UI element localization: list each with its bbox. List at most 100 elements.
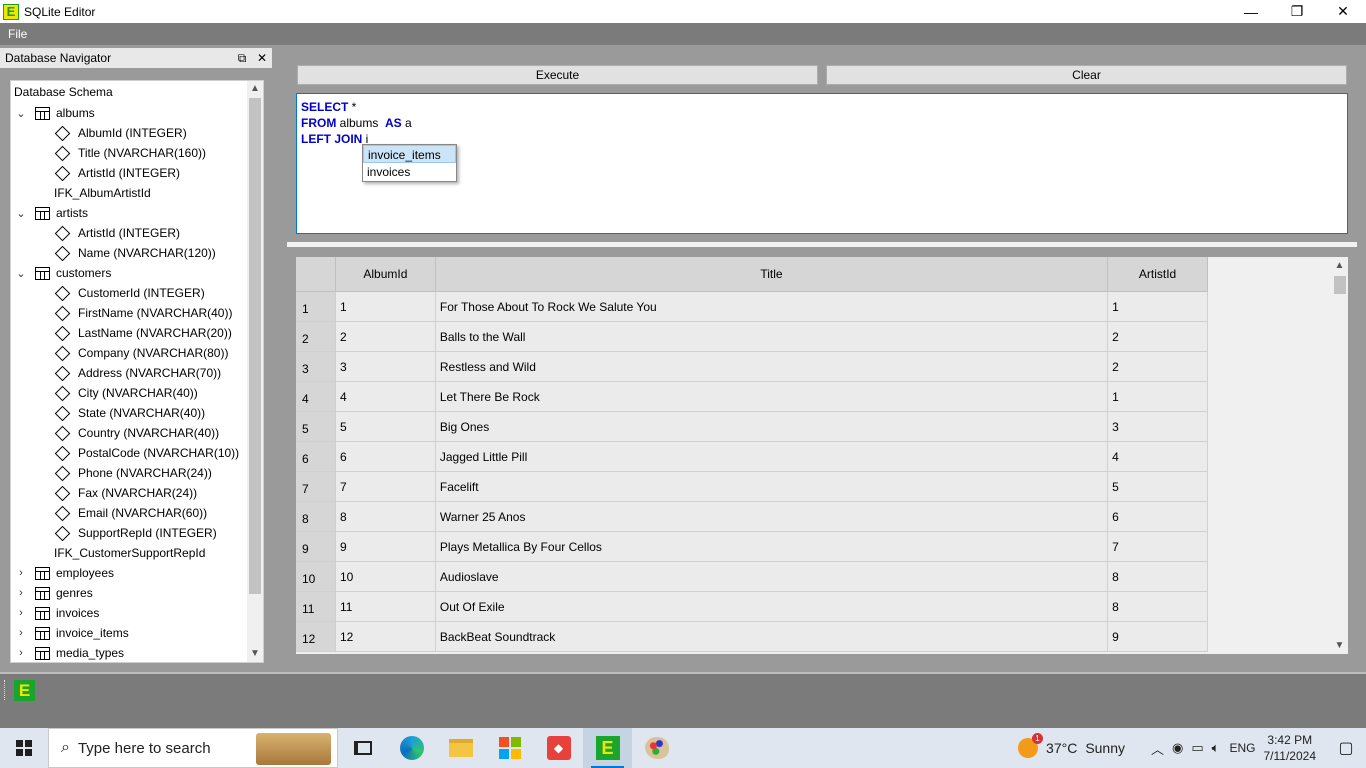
table-cell[interactable]: Jagged Little Pill [435, 442, 1109, 472]
table-cell[interactable]: 2 [1108, 322, 1208, 352]
row-header[interactable]: 2 [296, 322, 336, 352]
tree-table-artists[interactable]: ⌄ artists [11, 203, 248, 223]
scroll-down-icon[interactable]: ▼ [247, 646, 263, 662]
row-header[interactable]: 12 [296, 622, 336, 652]
tree-root[interactable]: Database Schema [11, 81, 248, 103]
row-header[interactable]: 8 [296, 502, 336, 532]
chevron-down-icon[interactable]: ⌄ [14, 207, 28, 220]
table-cell[interactable]: 1 [335, 292, 436, 322]
file-explorer-button[interactable] [436, 728, 485, 768]
chevron-down-icon[interactable]: ⌄ [14, 267, 28, 280]
menu-file[interactable]: File [0, 27, 35, 41]
tree-table-customers[interactable]: ⌄ customers [11, 263, 248, 283]
table-cell[interactable]: 1 [1108, 382, 1208, 412]
chevron-right-icon[interactable]: › [14, 627, 28, 639]
column-header-artistid[interactable]: ArtistId [1108, 257, 1208, 292]
language-indicator[interactable]: ENG [1229, 741, 1255, 755]
edge-button[interactable] [387, 728, 436, 768]
notification-icon[interactable]: ▢ [1326, 738, 1366, 758]
maximize-button[interactable]: ❐ [1274, 0, 1320, 23]
table-cell[interactable]: 12 [335, 622, 436, 652]
tree-table-media-types[interactable]: › media_types [11, 643, 248, 662]
table-cell[interactable]: 2 [1108, 352, 1208, 382]
table-cell[interactable]: Restless and Wild [435, 352, 1109, 382]
table-cell[interactable]: Balls to the Wall [435, 322, 1109, 352]
table-cell[interactable]: 11 [335, 592, 436, 622]
row-header[interactable]: 11 [296, 592, 336, 622]
table-cell[interactable]: BackBeat Soundtrack [435, 622, 1109, 652]
table-cell[interactable]: Warner 25 Anos [435, 502, 1109, 532]
close-button[interactable]: ✕ [1320, 0, 1366, 23]
table-cell[interactable]: Big Ones [435, 412, 1109, 442]
table-cell[interactable]: 2 [335, 322, 436, 352]
scroll-up-icon[interactable]: ▲ [247, 81, 263, 97]
table-cell[interactable]: Audioslave [435, 562, 1109, 592]
tree-column[interactable]: Email (NVARCHAR(60)) [11, 503, 248, 523]
table-cell[interactable]: 3 [1108, 412, 1208, 442]
tree-column[interactable]: LastName (NVARCHAR(20)) [11, 323, 248, 343]
tree-column[interactable]: Fax (NVARCHAR(24)) [11, 483, 248, 503]
table-cell[interactable]: 5 [1108, 472, 1208, 502]
anydesk-button[interactable]: ◆ [534, 728, 583, 768]
table-row[interactable]: 12 12 BackBeat Soundtrack 9 [296, 622, 1208, 652]
weather-desc[interactable]: Sunny [1085, 740, 1125, 756]
table-cell[interactable]: 6 [1108, 502, 1208, 532]
execute-button[interactable]: Execute [297, 65, 818, 85]
table-cell[interactable]: 3 [335, 352, 436, 382]
chevron-right-icon[interactable]: › [14, 607, 28, 619]
float-panel-icon[interactable]: ⧉ [232, 51, 252, 66]
tree-column[interactable]: Title (NVARCHAR(160)) [11, 143, 248, 163]
table-cell[interactable]: Out Of Exile [435, 592, 1109, 622]
table-row[interactable]: 11 11 Out Of Exile 8 [296, 592, 1208, 622]
table-cell[interactable]: 4 [1108, 442, 1208, 472]
tree-column[interactable]: CustomerId (INTEGER) [11, 283, 248, 303]
table-cell[interactable]: For Those About To Rock We Salute You [435, 292, 1109, 322]
row-header[interactable]: 3 [296, 352, 336, 382]
table-cell[interactable]: 1 [1108, 292, 1208, 322]
tree-column[interactable]: Address (NVARCHAR(70)) [11, 363, 248, 383]
task-view-button[interactable] [338, 728, 387, 768]
table-row[interactable]: 10 10 Audioslave 8 [296, 562, 1208, 592]
row-header[interactable]: 10 [296, 562, 336, 592]
tree-column[interactable]: ArtistId (INTEGER) [11, 163, 248, 183]
table-row[interactable]: 1 1 For Those About To Rock We Salute You 1 [296, 292, 1208, 322]
table-row[interactable]: 2 2 Balls to the Wall 2 [296, 322, 1208, 352]
chevron-right-icon[interactable]: › [14, 587, 28, 599]
table-cell[interactable]: 8 [335, 502, 436, 532]
table-row[interactable]: 3 3 Restless and Wild 2 [296, 352, 1208, 382]
weather-temp[interactable]: 37°C [1046, 740, 1077, 756]
grid-scrollbar[interactable]: ▲ ▼ [1331, 257, 1348, 654]
editor-logo-icon[interactable]: E [14, 680, 35, 701]
table-cell[interactable]: 10 [335, 562, 436, 592]
tree-column[interactable]: FirstName (NVARCHAR(40)) [11, 303, 248, 323]
table-cell[interactable]: 6 [335, 442, 436, 472]
tree-column[interactable]: State (NVARCHAR(40)) [11, 403, 248, 423]
navigator-scrollbar[interactable]: ▲ ▼ [247, 81, 263, 662]
row-header[interactable]: 5 [296, 412, 336, 442]
tree-column[interactable]: PostalCode (NVARCHAR(10)) [11, 443, 248, 463]
table-cell[interactable]: 8 [1108, 592, 1208, 622]
scroll-down-icon[interactable]: ▼ [1331, 637, 1348, 654]
table-cell[interactable]: 9 [1108, 622, 1208, 652]
clear-button[interactable]: Clear [826, 65, 1347, 85]
splitter-handle[interactable] [287, 242, 1357, 247]
table-cell[interactable]: 5 [335, 412, 436, 442]
chevron-right-icon[interactable]: › [14, 567, 28, 579]
close-panel-icon[interactable]: ✕ [252, 51, 272, 65]
tree-foreign-key[interactable]: IFK_CustomerSupportRepId [11, 543, 248, 563]
tree-column[interactable]: Country (NVARCHAR(40)) [11, 423, 248, 443]
table-row[interactable]: 6 6 Jagged Little Pill 4 [296, 442, 1208, 472]
table-cell[interactable]: 7 [1108, 532, 1208, 562]
tree-column[interactable]: SupportRepId (INTEGER) [11, 523, 248, 543]
tree-foreign-key[interactable]: IFK_AlbumArtistId [11, 183, 248, 203]
table-cell[interactable]: Let There Be Rock [435, 382, 1109, 412]
tree-table-genres[interactable]: › genres [11, 583, 248, 603]
scroll-thumb[interactable] [1334, 276, 1346, 294]
clock[interactable]: 3:42 PM 7/11/2024 [1264, 732, 1317, 764]
taskbar-search[interactable]: ⌕ Type here to search [48, 728, 338, 768]
tree-column[interactable]: ArtistId (INTEGER) [11, 223, 248, 243]
table-cell[interactable]: 7 [335, 472, 436, 502]
table-cell[interactable]: 4 [335, 382, 436, 412]
sqlite-editor-taskbar-button[interactable]: E [583, 728, 632, 768]
row-header[interactable]: 7 [296, 472, 336, 502]
